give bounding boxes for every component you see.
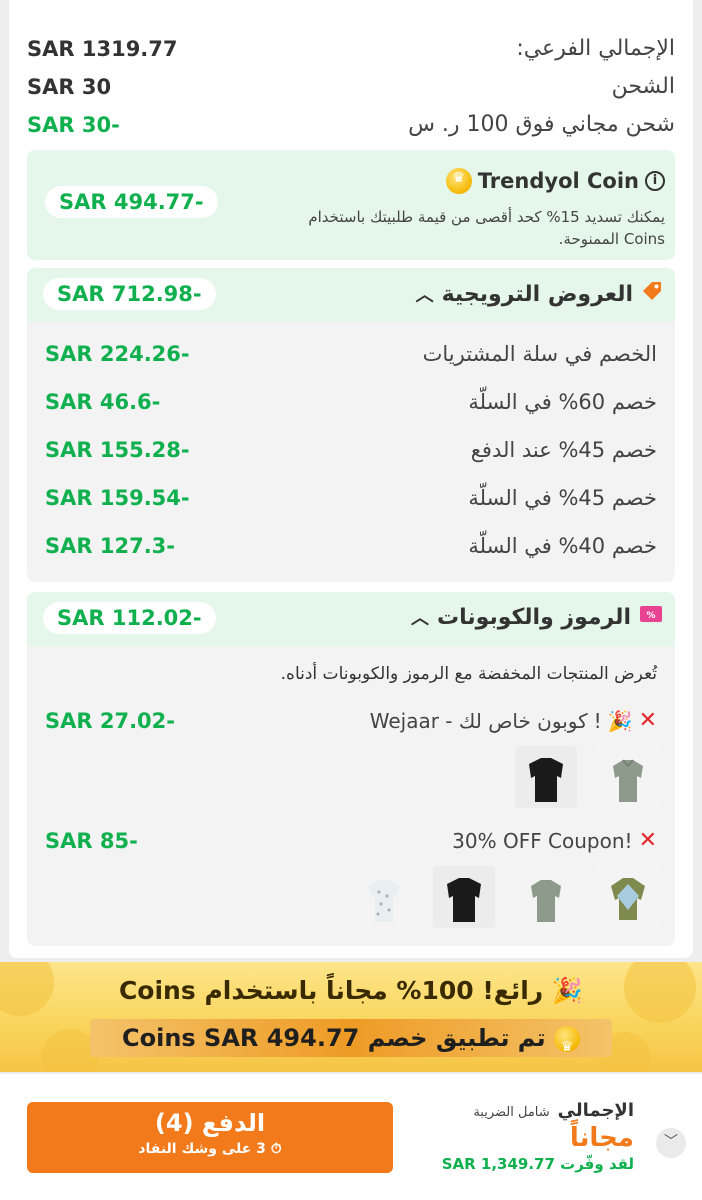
free-shipping-label: شحن مجاني فوق 100 ر. س — [408, 112, 675, 137]
subtotal-label: الإجمالي الفرعي: — [516, 36, 675, 61]
product-thumbnail[interactable] — [515, 866, 577, 928]
coin-icon — [554, 1026, 580, 1066]
promotion-item: -SAR 159.54 خصم 45% في السلّة — [45, 486, 657, 510]
coupon-ticket-icon: % — [639, 604, 663, 630]
coin-title-row: Trendyol Coin i — [445, 168, 665, 194]
coin-description-line2: Coins الممنوحة. — [558, 230, 665, 248]
free-shipping-value: -SAR 30 — [27, 112, 120, 137]
banner-title-row: 🎉 رائع! 100% مجاناً باستخدام Coins — [0, 976, 702, 1006]
free-shipping-row: -SAR 30 شحن مجاني فوق 100 ر. س — [27, 112, 675, 137]
promotion-value: -SAR 127.3 — [45, 534, 176, 558]
total-label-row: الإجمالي شامل الضريبة — [442, 1100, 634, 1121]
codes-title: الرموز والكوبونات — [437, 604, 631, 630]
coin-discount-value: -SAR 494.77 — [45, 186, 218, 218]
promotion-item: -SAR 46.6 خصم 60% في السلّة — [45, 390, 657, 414]
trendyol-coin-box: Trendyol Coin i يمكنك تسديد 15% كحد أقصى… — [27, 150, 675, 260]
product-thumbnail[interactable] — [353, 866, 415, 928]
promotion-value: -SAR 159.54 — [45, 486, 190, 510]
product-thumbnail[interactable] — [597, 746, 659, 808]
total-label: الإجمالي — [557, 1100, 634, 1121]
shipping-row: SAR 30 الشحن — [27, 74, 675, 99]
chevron-up-icon[interactable]: ︿ — [416, 281, 434, 307]
total-summary: الإجمالي شامل الضريبة مجاناً لقد وفّرت S… — [442, 1100, 634, 1173]
promotions-header[interactable]: العروض الترويجية ︿ -SAR 712.98 — [27, 268, 675, 322]
promotions-section: العروض الترويجية ︿ -SAR 712.98 -SAR 224.… — [27, 268, 675, 582]
party-popper-icon: 🎉 — [551, 976, 584, 1005]
coin-description-line1: يمكنك تسديد 15% كحد أقصى من قيمة طلبيتك … — [308, 208, 665, 226]
tag-icon — [641, 280, 663, 308]
product-thumbnail[interactable] — [515, 746, 577, 808]
product-thumbnail[interactable] — [597, 866, 659, 928]
coins-applied-text: تم تطبيق خصم Coins SAR 494.77 — [121, 1024, 546, 1052]
codes-note: تُعرض المنتجات المخفضة مع الرموز والكوبو… — [280, 664, 657, 684]
coupon-label-row: ✕ 30% OFF Coupon! — [452, 828, 657, 853]
promotion-label: خصم 45% عند الدفع — [470, 438, 657, 462]
svg-text:%: % — [646, 611, 655, 621]
codes-header[interactable]: % الرموز والكوبونات ︿ -SAR 112.02 — [27, 592, 675, 646]
promotion-value: -SAR 46.6 — [45, 390, 161, 414]
shipping-value: SAR 30 — [27, 74, 112, 99]
promotion-item: -SAR 127.3 خصم 40% في السلّة — [45, 534, 657, 558]
promotion-item: -SAR 224.26 الخصم في سلة المشتريات — [45, 342, 657, 366]
party-popper-icon: 🎉 — [607, 708, 633, 733]
coupon-value: -SAR 85 — [45, 828, 138, 853]
coins-applied-bar: تم تطبيق خصم Coins SAR 494.77 — [90, 1019, 612, 1066]
promotions-title: العروض الترويجية — [441, 281, 633, 307]
promotion-label: خصم 60% في السلّة — [468, 390, 657, 414]
coupon-label: كوبون خاص لك - Wejaar — [369, 708, 588, 733]
coin-icon — [445, 168, 472, 194]
coin-description: يمكنك تسديد 15% كحد أقصى من قيمة طلبيتك … — [245, 206, 665, 250]
promotions-title-row: العروض الترويجية ︿ — [416, 280, 663, 308]
promotion-label: خصم 45% في السلّة — [468, 486, 657, 510]
chevron-up-icon[interactable]: ︿ — [411, 604, 429, 630]
shipping-label: الشحن — [611, 74, 675, 99]
remove-coupon-icon[interactable]: ✕ — [639, 708, 657, 733]
promotions-total: -SAR 712.98 — [43, 278, 216, 310]
promotion-item: -SAR 155.28 خصم 45% عند الدفع — [45, 438, 657, 462]
pay-button-label: الدفع (4) — [154, 1109, 266, 1137]
total-value: مجاناً — [569, 1123, 634, 1153]
coin-title: Trendyol Coin — [477, 169, 639, 193]
coupon-label: 30% OFF Coupon! — [452, 828, 633, 853]
saved-amount: لقد وفّرت SAR 1,349.77 — [441, 1155, 634, 1173]
promotion-label: خصم 40% في السلّة — [468, 534, 657, 558]
product-thumbnail[interactable] — [433, 866, 495, 928]
order-summary-card: SAR 1319.77 الإجمالي الفرعي: SAR 30 الشح… — [9, 0, 693, 958]
coupon-row: -SAR 85 ✕ 30% OFF Coupon! — [45, 828, 657, 853]
codes-coupons-section: % الرموز والكوبونات ︿ -SAR 112.02 تُعرض … — [27, 592, 675, 946]
remove-coupon-icon[interactable]: ✕ — [639, 828, 657, 853]
timer-icon: ⏱ — [270, 1141, 282, 1157]
tax-note: شامل الضريبة — [473, 1105, 550, 1120]
pay-button[interactable]: الدفع (4) ⏱ 3 على وشك النفاد — [27, 1102, 393, 1173]
subtotal-row: SAR 1319.77 الإجمالي الفرعي: — [27, 36, 675, 61]
chevron-down-icon[interactable]: ﹀ — [656, 1128, 686, 1158]
coupon-row: -SAR 27.02 ✕ 🎉 ! كوبون خاص لك - Wejaar — [45, 708, 657, 733]
codes-total: -SAR 112.02 — [43, 602, 216, 634]
promotion-label: الخصم في سلة المشتريات — [422, 342, 657, 366]
codes-title-row: % الرموز والكوبونات ︿ — [411, 604, 663, 630]
stock-note: 3 على وشك النفاد — [138, 1141, 266, 1157]
coupon-value: -SAR 27.02 — [45, 708, 176, 733]
subtotal-value: SAR 1319.77 — [27, 36, 178, 61]
promotion-value: -SAR 155.28 — [45, 438, 190, 462]
checkout-footer: الدفع (4) ⏱ 3 على وشك النفاد الإجمالي شا… — [0, 1074, 702, 1200]
banner-title: رائع! 100% مجاناً باستخدام Coins — [118, 976, 544, 1005]
coupon-prefix: ! — [593, 708, 602, 733]
coupon-label-row: ✕ 🎉 ! كوبون خاص لك - Wejaar — [370, 708, 657, 733]
coins-promo-banner: 🎉 رائع! 100% مجاناً باستخدام Coins تم تط… — [0, 962, 702, 1072]
info-icon[interactable]: i — [645, 171, 665, 191]
promotion-value: -SAR 224.26 — [45, 342, 190, 366]
stock-note-row: ⏱ 3 على وشك النفاد — [27, 1141, 393, 1157]
